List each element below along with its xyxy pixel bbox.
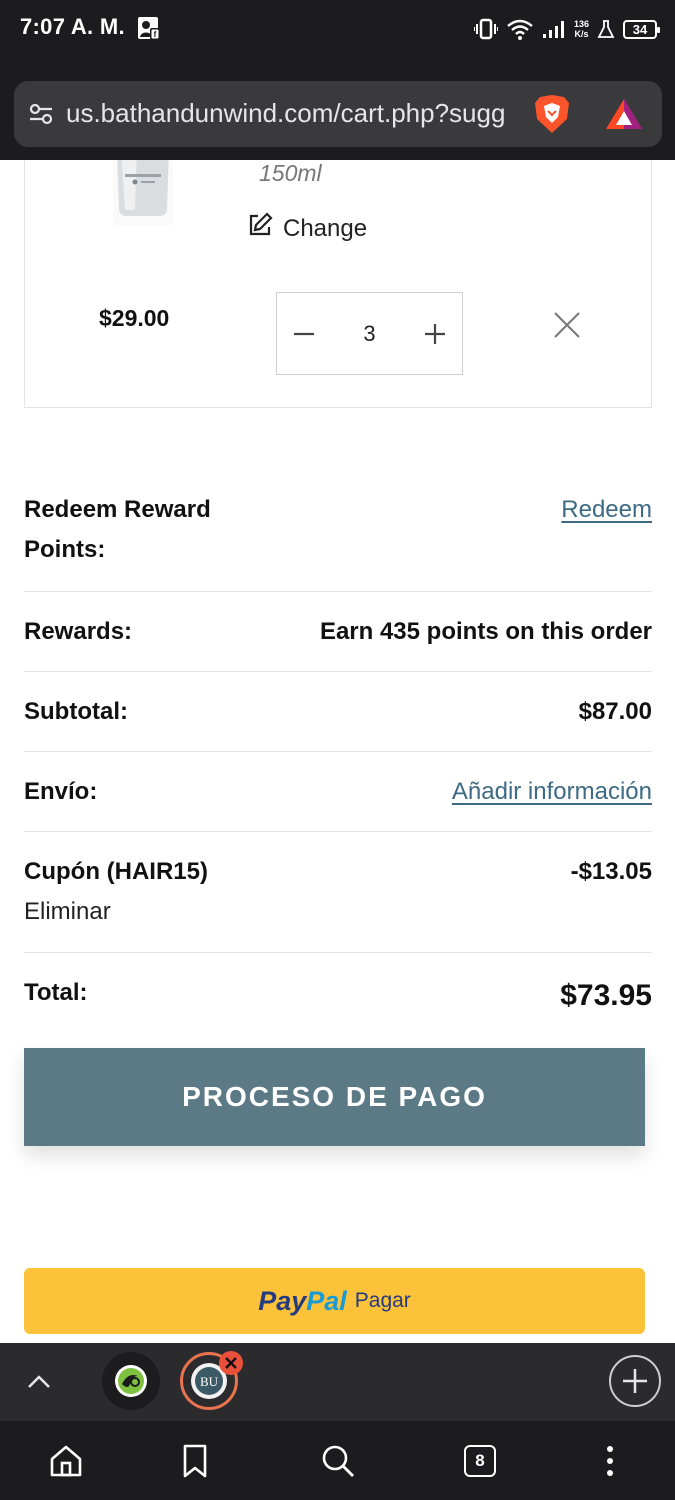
lab-icon — [597, 19, 615, 39]
address-bar[interactable]: us.bathandunwind.com/cart.php?sugg — [14, 81, 662, 147]
decrease-quantity-button[interactable] — [291, 321, 317, 347]
close-icon — [554, 312, 580, 338]
plus-icon — [425, 323, 445, 344]
coupon-label: Cupón (HAIR15) — [24, 858, 208, 885]
cart-item: 150ml Change $29.00 3 — [24, 160, 652, 408]
minus-icon — [294, 332, 314, 335]
notification-icon: f — [137, 15, 161, 41]
tab-favicon-1[interactable] — [102, 1352, 160, 1410]
svg-text:BU: BU — [200, 1374, 219, 1389]
total-label: Total: — [24, 979, 88, 1006]
brave-shields-icon[interactable] — [532, 93, 572, 139]
svg-text:f: f — [154, 30, 157, 39]
site-favicon-icon — [115, 1365, 147, 1397]
change-variant-link[interactable]: Change — [247, 212, 367, 245]
status-bar: 7:07 A. M. f 136 K/s 34 — [0, 0, 675, 62]
redeem-link[interactable]: Redeem — [561, 490, 652, 591]
bookmark-icon[interactable] — [175, 1441, 215, 1481]
close-tab-icon[interactable] — [219, 1351, 243, 1375]
redeem-label: Redeem Reward Points: — [24, 496, 211, 563]
shipping-label: Envío: — [24, 778, 98, 805]
rewards-value: Earn 435 points on this order — [319, 618, 652, 645]
edit-icon — [247, 212, 273, 245]
more-menu-icon[interactable] — [590, 1441, 630, 1481]
network-speed: 136 K/s — [573, 19, 589, 39]
vibrate-icon — [473, 18, 498, 40]
rewards-row: Rewards: Earn 435 points on this order — [24, 592, 652, 672]
quantity-value[interactable]: 3 — [363, 321, 375, 347]
plus-icon — [623, 1369, 647, 1393]
tab-strip: BU — [0, 1343, 675, 1421]
total-value: $73.95 — [560, 979, 652, 1012]
tabs-count: 8 — [464, 1445, 496, 1477]
add-shipping-info-link[interactable]: Añadir información — [452, 772, 652, 831]
wifi-icon — [506, 18, 534, 40]
browser-toolbar: us.bathandunwind.com/cart.php?sugg — [0, 62, 675, 160]
redeem-row: Redeem Reward Points: Redeem — [24, 490, 652, 592]
increase-quantity-button[interactable] — [422, 321, 448, 347]
change-label: Change — [283, 214, 368, 242]
checkout-button[interactable]: PROCESO DE PAGO — [24, 1048, 645, 1146]
chevron-up-icon[interactable] — [24, 1367, 54, 1401]
coupon-value: -$13.05 — [570, 858, 652, 885]
new-tab-button[interactable] — [609, 1355, 661, 1407]
subtotal-label: Subtotal: — [24, 698, 128, 725]
subtotal-row: Subtotal: $87.00 — [24, 672, 652, 752]
home-icon[interactable] — [46, 1441, 86, 1481]
shipping-row: Envío: Añadir información — [24, 752, 652, 832]
remove-coupon-link[interactable]: Eliminar — [24, 892, 208, 932]
status-time: 7:07 A. M. — [20, 14, 125, 39]
remove-item-button[interactable] — [552, 310, 582, 340]
item-price: $29.00 — [99, 305, 170, 331]
page-content: 150ml Change $29.00 3 Redeem Reward Poin… — [0, 160, 675, 1343]
paypal-label: Pagar — [354, 1289, 411, 1312]
search-icon[interactable] — [318, 1441, 358, 1481]
product-variant: 150ml — [259, 160, 322, 186]
site-settings-icon[interactable] — [28, 102, 54, 130]
brave-rewards-icon[interactable] — [604, 97, 644, 135]
order-summary: Redeem Reward Points: Redeem Rewards: Ea… — [24, 490, 652, 1038]
rewards-label: Rewards: — [24, 618, 133, 645]
battery-icon: 34 — [623, 19, 660, 39]
subtotal-value: $87.00 — [578, 698, 652, 725]
bottom-navigation: 8 — [0, 1421, 675, 1500]
quantity-stepper: 3 — [276, 292, 463, 375]
coupon-row: Cupón (HAIR15) Eliminar -$13.05 — [24, 832, 652, 953]
tabs-count-icon[interactable]: 8 — [460, 1441, 500, 1481]
url-text[interactable]: us.bathandunwind.com/cart.php?sugg — [66, 98, 526, 129]
signal-icon — [542, 19, 566, 39]
total-row: Total: $73.95 — [24, 953, 652, 1038]
paypal-logo: PayPal — [258, 1285, 347, 1316]
paypal-button[interactable]: PayPal Pagar — [24, 1268, 645, 1334]
product-image[interactable] — [113, 160, 173, 225]
